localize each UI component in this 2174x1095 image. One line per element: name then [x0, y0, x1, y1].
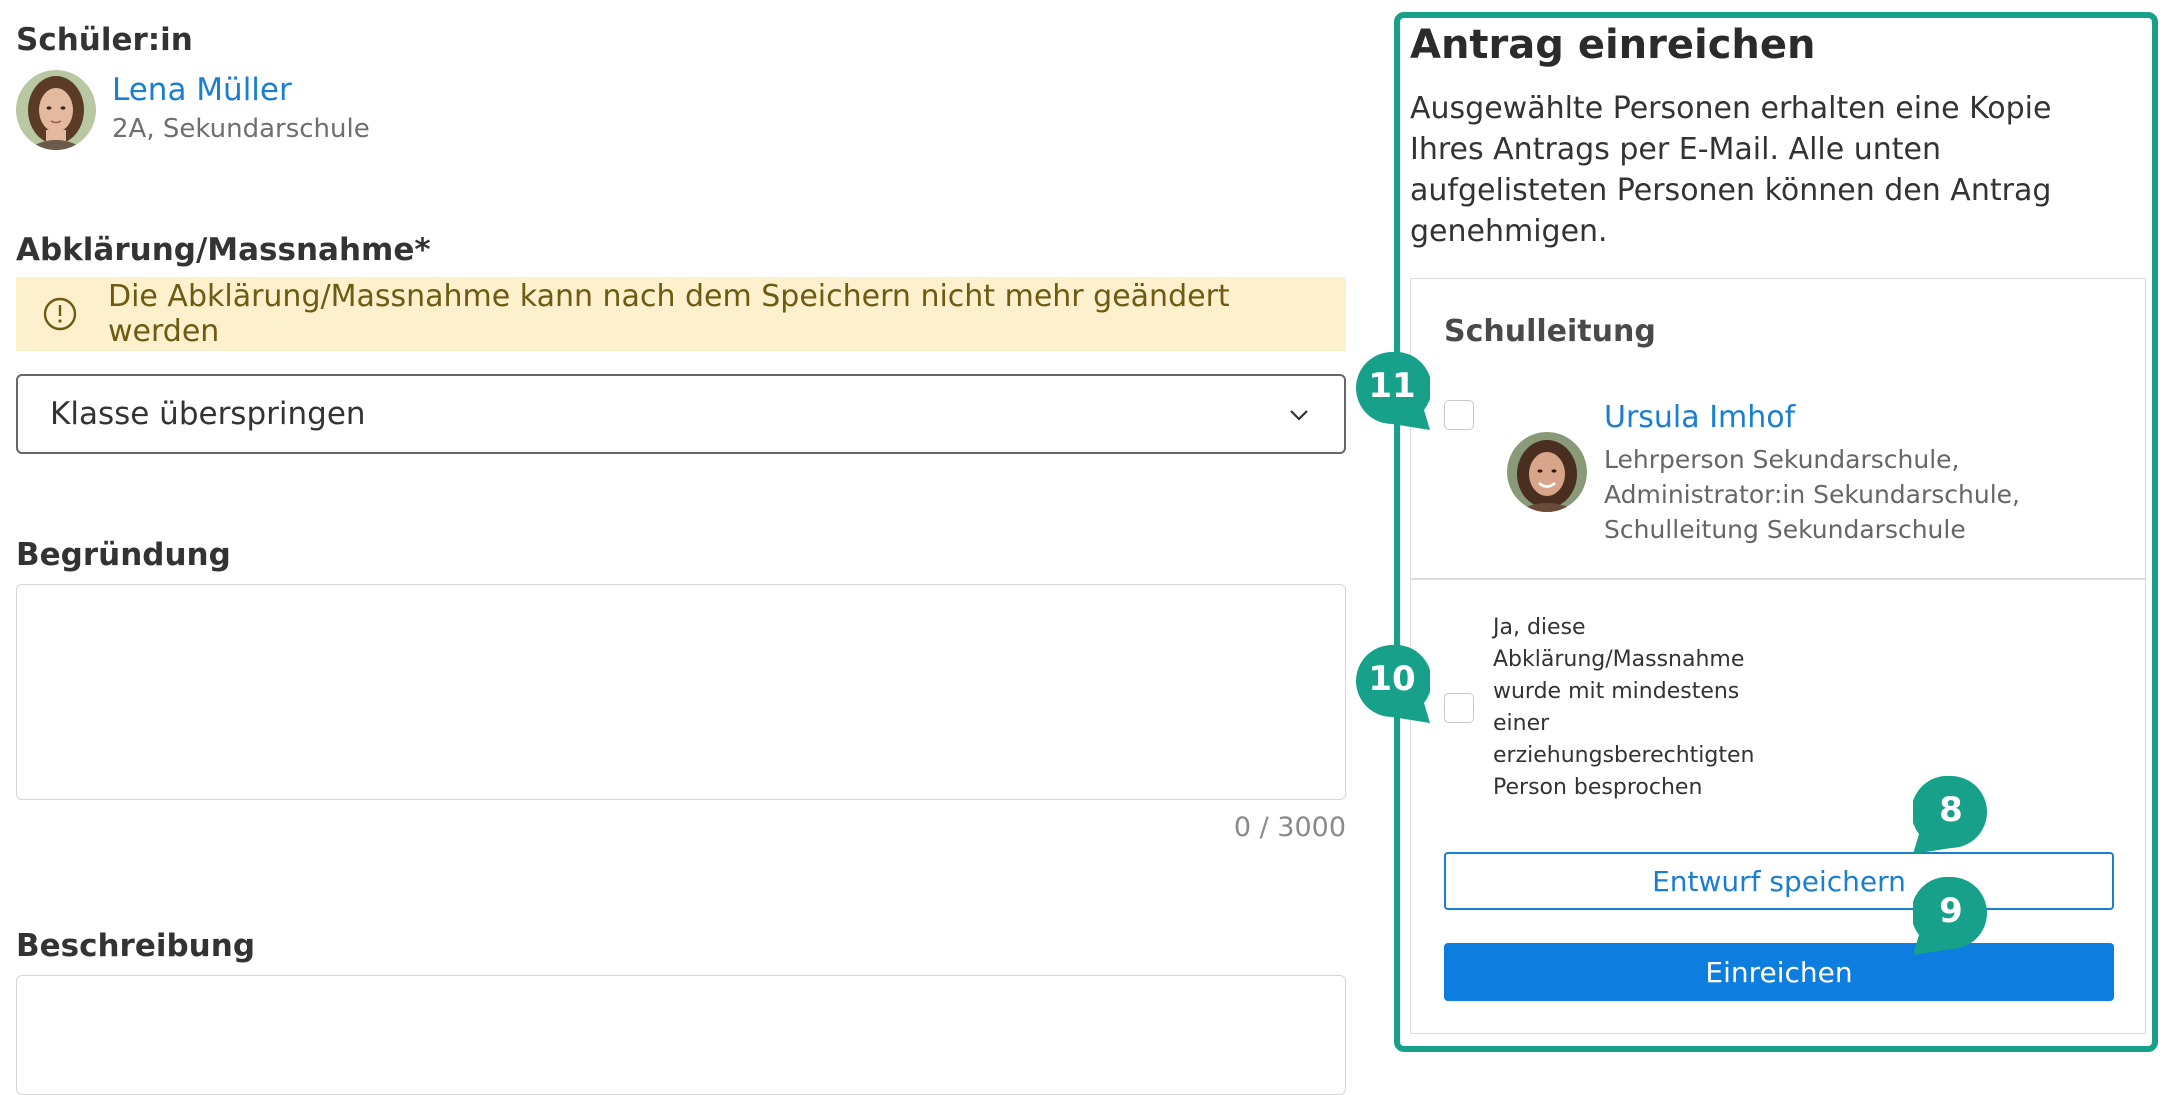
- panel-title: Antrag einreichen: [1410, 22, 1816, 68]
- reason-textarea[interactable]: [16, 584, 1346, 800]
- measure-notice: Die Abklärung/Massnahme kann nach dem Sp…: [16, 277, 1346, 351]
- callout-number: 9: [1939, 891, 1963, 931]
- approver-role: Administrator:in Sekundarschule,: [1604, 480, 2020, 509]
- callout-marker-10: 10: [1354, 643, 1432, 723]
- student-name-link[interactable]: Lena Müller: [112, 72, 292, 108]
- approver-avatar: [1507, 432, 1587, 512]
- measure-notice-text: Die Abklärung/Massnahme kann nach dem Sp…: [108, 279, 1230, 349]
- reason-char-counter: 0 / 3000: [1233, 812, 1346, 843]
- callout-number: 8: [1939, 790, 1963, 830]
- callout-number: 10: [1368, 659, 1416, 699]
- callout-marker-11: 11: [1354, 350, 1432, 430]
- approver-roles: Lehrperson Sekundarschule, Administrator…: [1604, 442, 2020, 547]
- measure-select-value: Klasse überspringen: [50, 396, 366, 432]
- approver-role: Lehrperson Sekundarschule,: [1604, 445, 1960, 474]
- approver-section-title: Schulleitung: [1444, 314, 1656, 349]
- chevron-down-icon: [1290, 410, 1308, 421]
- confirm-discussed-checkbox[interactable]: [1444, 693, 1474, 723]
- approver-role: Schulleitung Sekundarschule: [1604, 515, 1966, 544]
- submit-button[interactable]: Einreichen: [1444, 943, 2114, 1001]
- student-avatar: [16, 70, 96, 150]
- measure-select[interactable]: Klasse überspringen: [16, 374, 1346, 454]
- measure-label: Abklärung/Massnahme*: [16, 232, 431, 268]
- description-textarea[interactable]: [16, 975, 1346, 1095]
- panel-description: Ausgewählte Personen erhalten eine Kopie…: [1410, 91, 2052, 249]
- callout-number: 11: [1368, 366, 1416, 406]
- card-divider: [1411, 578, 2145, 580]
- student-class-info: 2A, Sekundarschule: [112, 114, 370, 144]
- reason-label: Begründung: [16, 537, 231, 573]
- save-draft-button[interactable]: Entwurf speichern: [1444, 852, 2114, 910]
- warning-circle-icon: [43, 297, 77, 331]
- description-label: Beschreibung: [16, 928, 256, 964]
- callout-marker-8: 8: [1911, 774, 1989, 854]
- approver-name-link[interactable]: Ursula Imhof: [1604, 400, 1795, 435]
- student-section-label: Schüler:in: [16, 22, 193, 58]
- approver-checkbox[interactable]: [1444, 400, 1474, 430]
- callout-marker-9: 9: [1911, 875, 1989, 955]
- confirm-discussed-label: Ja, diese Abklärung/Massnahme wurde mit …: [1493, 615, 1755, 800]
